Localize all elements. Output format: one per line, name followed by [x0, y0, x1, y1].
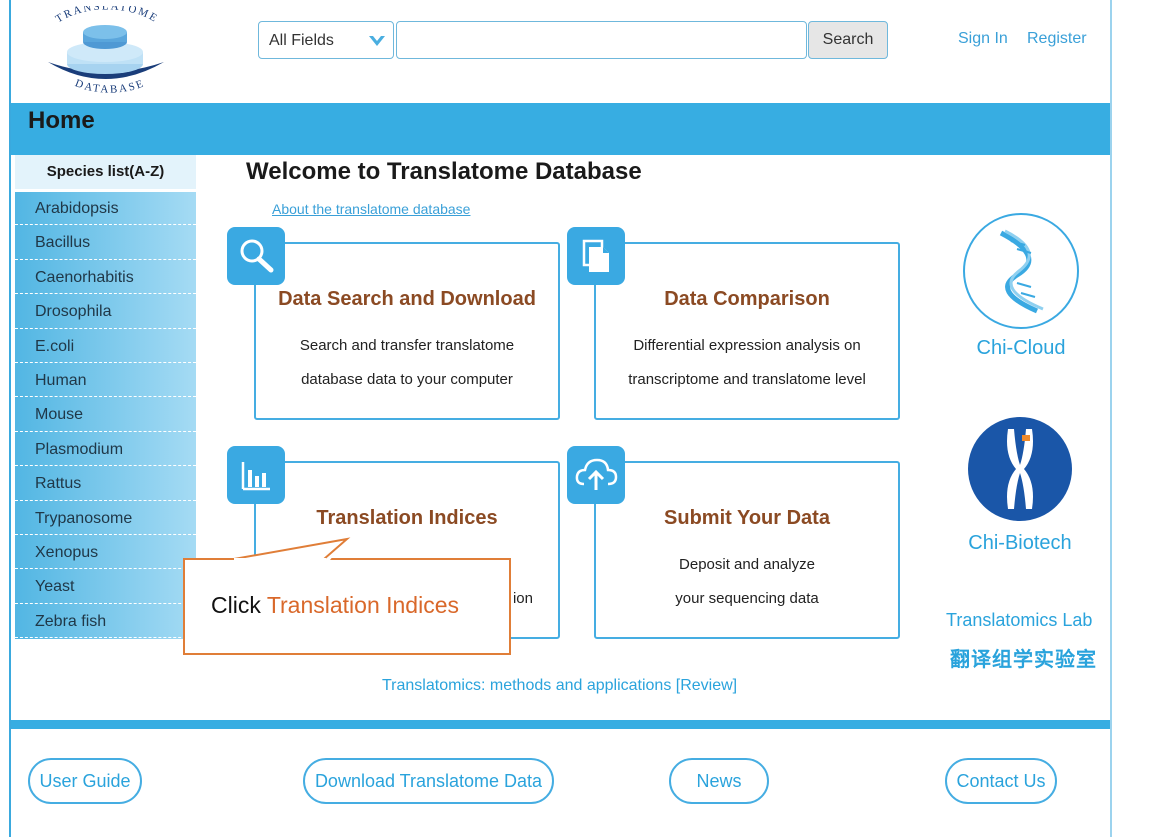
card-desc-line: Search and transfer translatome	[299, 337, 515, 354]
sidebar-item-human[interactable]: Human	[15, 364, 196, 398]
logo-text-top: TRANSLATOME	[54, 6, 159, 25]
contact-us-button[interactable]: Contact Us	[945, 758, 1057, 804]
translatomics-lab-cn-link[interactable]: 翻译组学实验室	[950, 643, 1097, 672]
search-scope-value: All Fields	[269, 32, 334, 49]
download-data-button[interactable]: Download Translatome Data	[303, 758, 554, 804]
sidebar-item-rattus[interactable]: Rattus	[15, 467, 196, 501]
callout-prefix: Click	[211, 592, 267, 618]
card-desc-line: your sequencing data	[675, 590, 819, 607]
callout-text: Click Translation Indices	[211, 592, 459, 619]
news-button[interactable]: News	[669, 758, 769, 804]
translatomics-lab-link[interactable]: Translatomics Lab	[946, 610, 1092, 631]
sidebar-item-yeast[interactable]: Yeast	[15, 570, 196, 604]
sidebar-item-drosophila[interactable]: Drosophila	[15, 295, 196, 329]
sidebar-item-ecoli[interactable]: E.coli	[15, 330, 196, 363]
search-button[interactable]: Search	[808, 21, 888, 59]
search-icon	[227, 227, 285, 285]
svg-text:DATABASE: DATABASE	[73, 77, 146, 95]
sidebar-item-zebra-fish[interactable]: Zebra fish	[15, 605, 196, 639]
chi-cloud-dna-icon[interactable]	[961, 211, 1081, 331]
chi-biotech-label[interactable]: Chi-Biotech	[958, 532, 1082, 555]
card-title: Submit Your Data	[664, 507, 830, 529]
sidebar-item-plasmodium[interactable]: Plasmodium	[15, 433, 196, 467]
search-input[interactable]	[396, 21, 807, 59]
document-icon	[567, 227, 625, 285]
sidebar-item-bacillus[interactable]: Bacillus	[15, 226, 196, 260]
card-desc-line: transcriptome and translatome level	[628, 371, 866, 388]
callout-highlight: Translation Indices	[266, 592, 459, 618]
cloud-upload-icon	[567, 446, 625, 504]
bar-chart-icon	[227, 446, 285, 504]
page-title[interactable]: Home	[28, 107, 95, 135]
about-link[interactable]: About the translatome database	[272, 201, 470, 217]
search-scope-select[interactable]: All Fields	[258, 21, 394, 59]
translatome-logo[interactable]: TRANSLATOME DATABASE	[30, 6, 180, 102]
card-title: Data Comparison	[664, 288, 830, 310]
callout-pointer	[232, 537, 351, 562]
sidebar-item-xenopus[interactable]: Xenopus	[15, 536, 196, 570]
register-link[interactable]: Register	[1027, 30, 1087, 48]
chi-biotech-chromosome-icon[interactable]	[966, 415, 1074, 523]
welcome-heading: Welcome to Translatome Database	[246, 158, 642, 185]
card-data-search[interactable]: Data Search and Download Search and tran…	[254, 242, 560, 420]
sidebar-item-trypanosome[interactable]: Trypanosome	[15, 502, 196, 535]
species-list-title: Species list(A-Z)	[15, 155, 196, 189]
card-desc-line: Deposit and analyze	[679, 556, 815, 573]
sidebar-item-caenorhabitis[interactable]: Caenorhabitis	[15, 261, 196, 295]
card-submit-data[interactable]: Submit Your Data Deposit and analyze you…	[594, 461, 900, 639]
sign-in-link[interactable]: Sign In	[958, 30, 1008, 48]
card-title: Data Search and Download	[278, 288, 536, 310]
svg-text:TRANSLATOME: TRANSLATOME	[54, 6, 161, 25]
chevron-down-icon	[369, 36, 385, 46]
footer-bar	[11, 720, 1110, 729]
user-guide-button[interactable]: User Guide	[28, 758, 142, 804]
species-sidebar: Arabidopsis Bacillus Caenorhabitis Droso…	[15, 192, 196, 639]
card-data-comparison[interactable]: Data Comparison Differential expression …	[594, 242, 900, 420]
card-title: Translation Indices	[316, 507, 498, 529]
chi-cloud-label[interactable]: Chi-Cloud	[961, 337, 1081, 360]
sidebar-item-arabidopsis[interactable]: Arabidopsis	[15, 192, 196, 226]
logo-text-bottom: DATABASE	[73, 77, 144, 95]
home-bar	[11, 103, 1110, 155]
card-desc-line: Differential expression analysis on	[633, 337, 861, 354]
review-link[interactable]: Translatomics: methods and applications …	[382, 677, 737, 695]
sidebar-item-mouse[interactable]: Mouse	[15, 398, 196, 432]
card-desc-line: database data to your computer	[301, 371, 513, 388]
